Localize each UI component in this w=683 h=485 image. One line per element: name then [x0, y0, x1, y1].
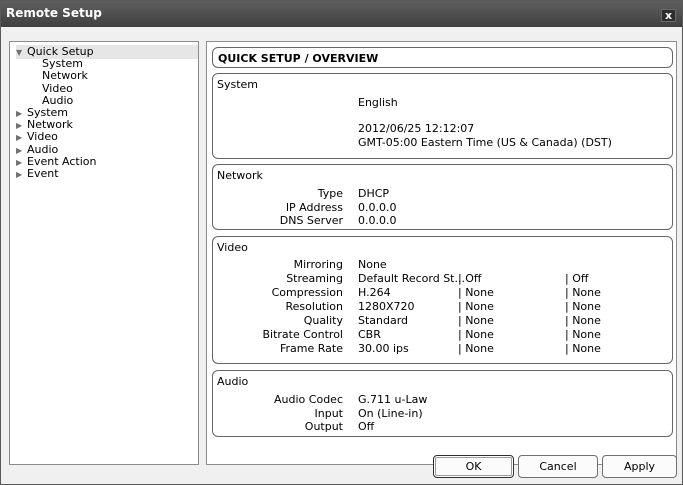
video-stream1-value: 30.00 ips	[358, 342, 409, 355]
ok-button[interactable]: OK	[433, 455, 514, 478]
datetime-value: 2012/06/25 12:12:07	[358, 122, 475, 135]
video-field-label: Bitrate Control	[262, 328, 343, 341]
video-section-title: Video	[217, 241, 248, 254]
settings-tree: ▼ Quick Setup System Network Video Audio ▶ Syst…	[9, 41, 199, 465]
language-value: English	[358, 96, 398, 109]
expand-right-icon[interactable]: ▶	[16, 168, 27, 182]
audio-field-value: Off	[358, 420, 375, 433]
tree-item-label: Event	[27, 167, 59, 180]
video-stream3-value: | None	[565, 328, 601, 341]
system-section: System English 2012/06/25 12:12:07 GMT-0…	[212, 73, 673, 159]
tree-item-label: Quick Setup	[27, 45, 94, 58]
video-stream2-value: | None	[458, 328, 494, 341]
audio-field-value: G.711 u-Law	[358, 393, 428, 406]
timezone-value: GMT-05:00 Eastern Time (US & Canada) (DS…	[358, 136, 612, 149]
title-bar: Remote Setup x	[1, 1, 682, 27]
network-field-value: 0.0.0.0	[358, 200, 397, 214]
tree-item-label: Video	[42, 81, 73, 95]
video-field-label: Resolution	[285, 300, 343, 313]
network-section: Network Type DHCP IP Address 0.0.0.0 DNS Ser…	[212, 164, 673, 230]
network-section-title: Network	[217, 169, 263, 182]
network-field-label: Type	[317, 187, 343, 200]
audio-section-title: Audio	[217, 375, 249, 388]
page-title: QUICK SETUP / OVERVIEW	[218, 52, 379, 65]
cancel-button[interactable]: Cancel	[518, 455, 598, 478]
audio-field-label: Output	[304, 420, 343, 433]
video-stream1-value: Standard	[358, 314, 409, 327]
network-field-value: 0.0.0.0	[358, 214, 397, 227]
video-stream2-value: | None	[458, 314, 494, 327]
video-stream2-value: | None	[458, 300, 494, 313]
tree-item-label: Audio	[42, 93, 74, 107]
video-stream1-value: CBR	[358, 328, 381, 341]
tree-item-label: Video	[27, 130, 58, 144]
video-stream1-value: 1280X720	[358, 300, 415, 313]
audio-field-label: Input	[314, 406, 343, 420]
apply-button[interactable]: Apply	[602, 455, 677, 478]
audio-section: Audio Audio Codec G.711 u-Law Input On (Lin…	[212, 370, 673, 437]
tree-item-label: Network	[27, 118, 73, 132]
network-field-label: DNS Server	[279, 214, 343, 227]
video-stream1-value: H.264	[358, 286, 391, 299]
tree-item-label: Event Action	[27, 154, 97, 168]
video-stream3-value: | None	[565, 342, 601, 355]
audio-field-value: On (Line-in)	[358, 406, 423, 420]
network-field-value: DHCP	[358, 187, 390, 200]
video-stream1-value: None	[358, 258, 387, 271]
tree-item-label: Network	[42, 69, 88, 83]
video-stream1-value: Default Record St...	[358, 272, 465, 285]
remote-setup-window: Remote Setup x ▼ Quick Setup System Network…	[0, 0, 683, 485]
video-stream3-value: | Off	[565, 272, 589, 285]
tree-item-event[interactable]: ▶ Event	[16, 167, 59, 181]
video-stream3-value: | None	[565, 300, 601, 313]
video-field-label: Compression	[271, 286, 343, 299]
video-stream3-value: | None	[565, 314, 601, 327]
dialog-body: ▼ Quick Setup System Network Video Audio ▶ Syst…	[1, 27, 682, 484]
tree-item-label: System	[42, 57, 84, 71]
window-title: Remote Setup	[6, 6, 102, 20]
video-stream2-value: | None	[458, 286, 494, 299]
tree-item-label: Audio	[27, 142, 59, 156]
close-icon[interactable]: x	[661, 9, 676, 22]
tree-item-label: System	[27, 106, 69, 119]
audio-field-label: Audio Codec	[274, 393, 343, 406]
page-title-box: QUICK SETUP / OVERVIEW	[212, 47, 673, 68]
video-stream3-value: | None	[565, 286, 601, 299]
video-field-label: Streaming	[286, 272, 343, 285]
system-section-title: System	[217, 78, 259, 91]
video-stream2-value: | None	[458, 342, 494, 355]
overview-panel: QUICK SETUP / OVERVIEW System English 20…	[206, 41, 677, 465]
network-field-label: IP Address	[285, 200, 343, 214]
video-field-label: Frame Rate	[280, 342, 343, 355]
expand-down-icon[interactable]: ▼	[16, 46, 27, 60]
video-stream2-value: | Off	[458, 272, 482, 285]
video-field-label: Quality	[303, 314, 343, 327]
video-section: Video Mirroring None Streaming Default Reco…	[212, 236, 673, 364]
video-field-label: Mirroring	[293, 258, 343, 271]
